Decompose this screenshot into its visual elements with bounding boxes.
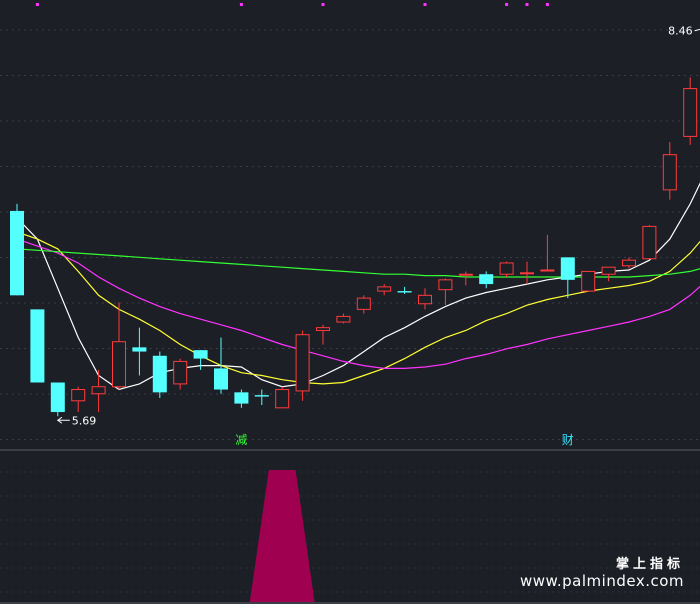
- candle-body: [336, 315, 351, 323]
- candle-body: [540, 269, 555, 272]
- candle-body: [458, 273, 473, 276]
- top-dot: [423, 3, 427, 6]
- candle-body: [71, 389, 86, 402]
- top-dot: [525, 3, 529, 6]
- candle-body: [683, 88, 698, 137]
- candle-body: [50, 382, 65, 413]
- candle-body: [499, 262, 514, 275]
- candle-body: [234, 392, 249, 404]
- candle-body: [662, 154, 677, 191]
- candle-body: [173, 360, 188, 385]
- top-dot: [505, 3, 509, 6]
- top-dot: [239, 3, 243, 6]
- annotation-arrow: [694, 28, 700, 32]
- top-dot: [35, 3, 39, 6]
- candle-body: [418, 294, 432, 305]
- annotation-label: 8.46: [668, 25, 693, 38]
- watermark-url: www.palmindex.com: [519, 572, 684, 590]
- candle-body: [642, 225, 657, 260]
- candle-body: [91, 386, 106, 395]
- candle-body: [601, 266, 616, 275]
- indicator-bar: [249, 470, 315, 602]
- top-dot: [321, 3, 325, 6]
- candle-body: [295, 334, 310, 392]
- signal-marker: 减: [235, 433, 247, 447]
- candle-body: [438, 279, 453, 291]
- candle-body: [112, 341, 126, 388]
- annotation-label: 5.69: [72, 414, 97, 427]
- candle-body: [214, 368, 228, 390]
- candle-body: [356, 297, 371, 310]
- candle-body: [316, 327, 330, 331]
- signal-marker: 财: [562, 433, 574, 447]
- candle-body: [479, 274, 494, 285]
- candle-body: [152, 355, 167, 393]
- candle-body: [193, 350, 208, 359]
- candle-body: [30, 309, 45, 383]
- candle-body: [10, 210, 24, 296]
- candle-body: [581, 270, 596, 292]
- candle-body: [397, 291, 412, 293]
- candle-body: [377, 286, 392, 292]
- candle-body: [254, 395, 269, 397]
- chart-area: 5.69 8.46 减 财 掌上指标 www.palmindex.com: [0, 0, 700, 604]
- chart-svg: 5.69 8.46 减 财: [0, 3, 700, 604]
- candle-body: [520, 272, 534, 275]
- candle-body: [132, 347, 147, 352]
- candle-body: [275, 389, 290, 409]
- top-dot: [545, 3, 549, 6]
- watermark-cn: 掌上指标: [615, 557, 684, 572]
- candle-body: [622, 259, 636, 267]
- candle-body: [560, 257, 575, 280]
